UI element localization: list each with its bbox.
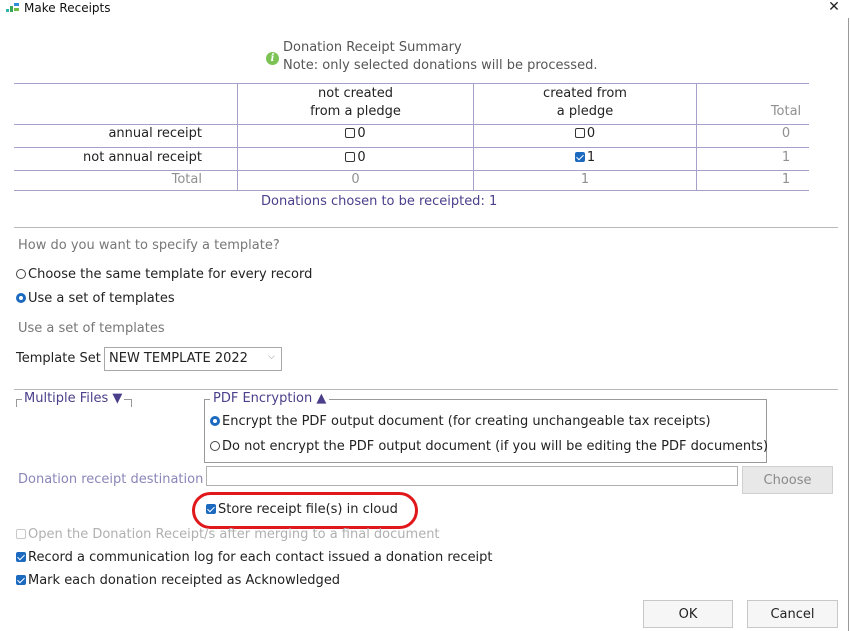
cell-count: 1 — [586, 150, 596, 165]
section-divider — [14, 389, 838, 390]
cell-count: 0 — [357, 150, 366, 165]
checkbox-disabled[interactable] — [16, 529, 26, 539]
summary-note: Note: only selected donations will be pr… — [283, 58, 598, 73]
cancel-button[interactable]: Cancel — [747, 600, 838, 628]
checkbox[interactable] — [345, 128, 356, 138]
checkbox-mark-acknowledged[interactable]: Mark each donation receipted as Acknowle… — [16, 573, 340, 588]
cell-not-annual-pledge[interactable]: 1 — [474, 150, 696, 165]
donations-chosen-text: Donations chosen to be receipted: 1 — [261, 194, 498, 209]
checkbox-record-log[interactable]: Record a communication log for each cont… — [16, 550, 493, 565]
template-set-select[interactable]: NEW TEMPLATE 2022 ⌵ — [104, 347, 282, 371]
template-subheading: Use a set of templates — [18, 321, 165, 336]
checkbox-label: Record a communication log for each cont… — [28, 550, 493, 565]
radio-button[interactable] — [16, 269, 26, 279]
chevron-down-icon: ⌵ — [268, 352, 275, 362]
cell-annual-total: 0 — [697, 126, 850, 141]
checkbox[interactable] — [345, 152, 356, 162]
choose-button[interactable]: Choose — [742, 466, 833, 494]
cell-count: 1 — [781, 150, 791, 165]
template-set-label: Template Set — [16, 351, 101, 366]
checkbox[interactable] — [574, 128, 585, 138]
info-icon: i — [266, 52, 279, 65]
template-set-value: NEW TEMPLATE 2022 — [109, 351, 248, 366]
app-icon — [6, 3, 19, 12]
radio-same-template[interactable]: Choose the same template for every recor… — [16, 267, 312, 282]
summary-heading: Donation Receipt Summary — [283, 40, 462, 55]
radio-label: Do not encrypt the PDF output document (… — [222, 439, 769, 454]
cell-count: 0 — [357, 126, 366, 141]
radio-button-selected[interactable] — [16, 293, 26, 303]
window-right-border — [848, 18, 849, 631]
radio-encrypt-pdf[interactable]: Encrypt the PDF output document (for cre… — [210, 414, 711, 429]
highlight-oval — [192, 492, 418, 529]
multiple-files-toggle[interactable]: Multiple Files ▼ — [22, 391, 125, 406]
title-bar — [0, 0, 850, 18]
cell-not-annual-total: 1 — [697, 150, 850, 165]
checkbox-label: Mark each donation receipted as Acknowle… — [28, 573, 341, 588]
template-question: How do you want to specify a template? — [18, 238, 280, 253]
radio-no-encrypt-pdf[interactable]: Do not encrypt the PDF output document (… — [210, 439, 768, 454]
table-header-border — [14, 124, 809, 125]
section-divider — [14, 227, 838, 228]
table-top-border — [14, 83, 809, 84]
col-header-pledge-line1: created from — [543, 86, 627, 101]
checkbox-open-receipts[interactable]: Open the Donation Receipt/s after mergin… — [16, 527, 440, 542]
cell-total-not-pledge: 0 — [351, 172, 360, 187]
cell-total-total: 1 — [781, 172, 791, 187]
checkbox-label: Open the Donation Receipt/s after mergin… — [28, 527, 440, 542]
checkbox-checked[interactable] — [16, 575, 26, 585]
row-label-not-annual: not annual receipt — [83, 150, 202, 165]
table-row-border — [14, 170, 809, 171]
window-title: Make Receipts — [24, 1, 111, 15]
cell-total-pledge: 1 — [580, 172, 590, 187]
col-header-not-pledge-line2: from a pledge — [310, 104, 401, 119]
cell-annual-not-pledge[interactable]: 0 — [238, 126, 473, 141]
ok-button[interactable]: OK — [643, 600, 733, 628]
radio-label: Encrypt the PDF output document (for cre… — [222, 414, 711, 429]
table-bottom-border — [14, 190, 809, 191]
checkbox-checked[interactable] — [16, 552, 26, 562]
destination-label: Donation receipt destination — [18, 472, 204, 487]
cell-count: 0 — [781, 126, 791, 141]
destination-input[interactable] — [206, 466, 738, 486]
cell-count: 0 — [586, 126, 596, 141]
checkbox-checked[interactable] — [574, 152, 585, 162]
row-label-annual: annual receipt — [108, 126, 202, 141]
close-button[interactable]: ✕ — [826, 0, 842, 16]
cell-annual-pledge[interactable]: 0 — [474, 126, 696, 141]
table-row-border — [14, 147, 809, 148]
radio-button-selected[interactable] — [210, 416, 220, 426]
row-label-total: Total — [171, 172, 202, 187]
pdf-encryption-toggle[interactable]: PDF Encryption ▲ — [210, 391, 330, 406]
col-header-pledge-line2: a pledge — [556, 104, 614, 119]
radio-label: Choose the same template for every recor… — [28, 267, 313, 282]
cell-not-annual-not-pledge[interactable]: 0 — [238, 150, 473, 165]
radio-set-of-templates[interactable]: Use a set of templates — [16, 291, 175, 306]
col-header-total: Total — [770, 104, 802, 119]
radio-button[interactable] — [210, 441, 220, 451]
radio-label: Use a set of templates — [28, 291, 175, 306]
col-header-not-pledge-line1: not created — [318, 86, 393, 101]
